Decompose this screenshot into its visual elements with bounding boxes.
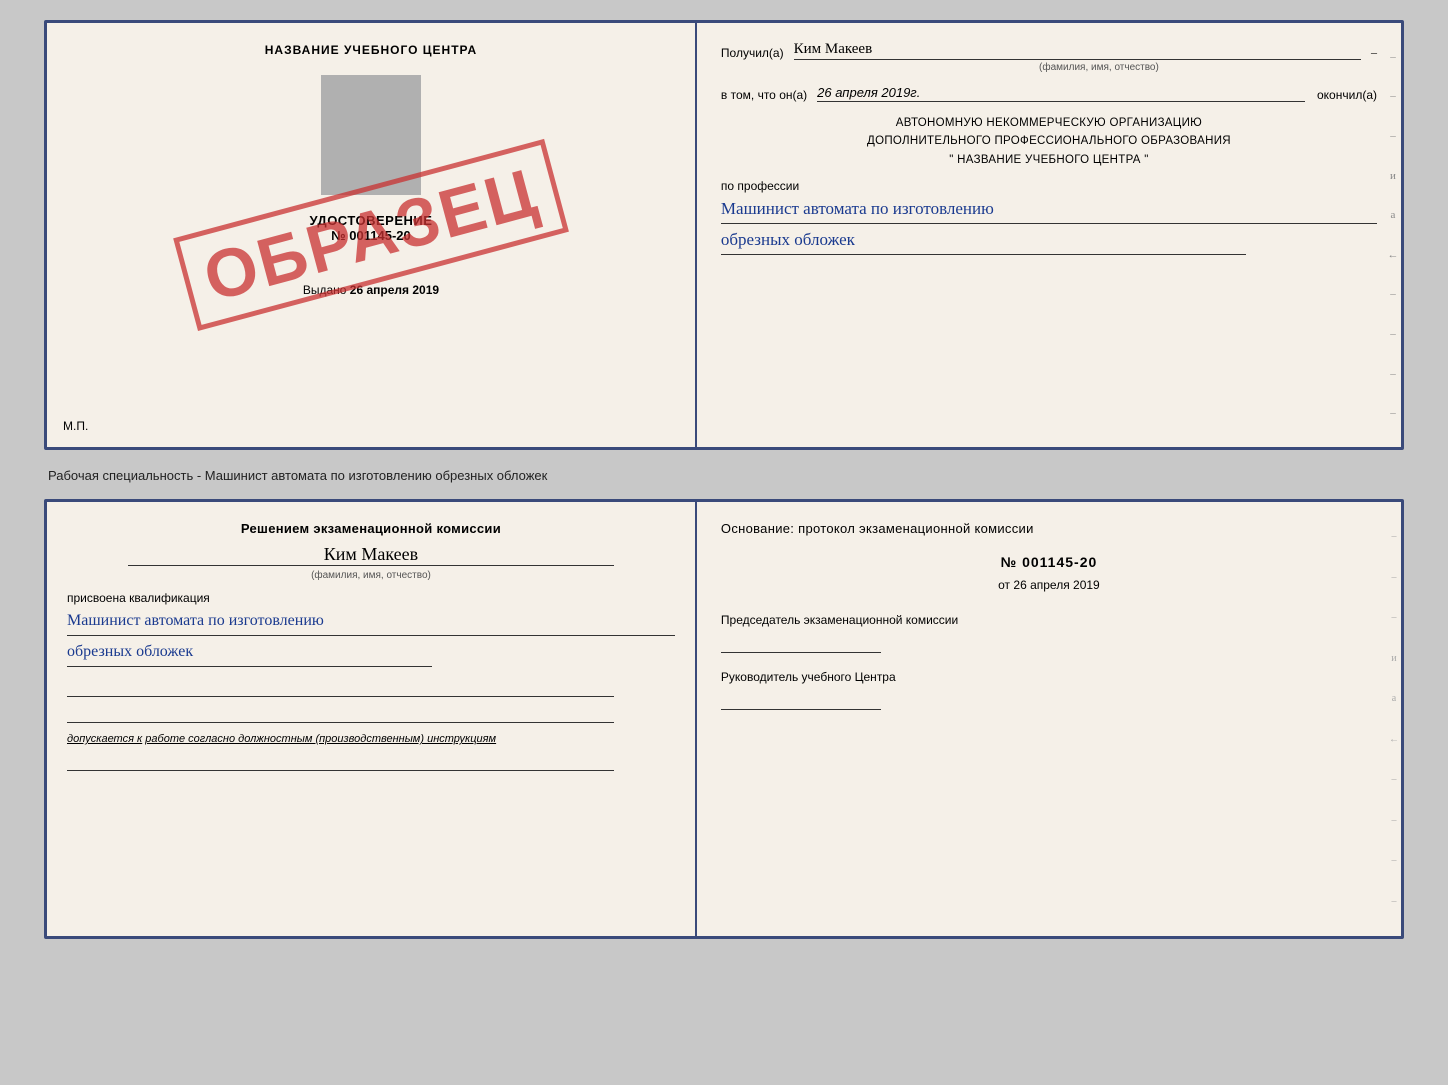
final-line: [67, 751, 614, 771]
dopuskaetsya-label: допускается к: [67, 733, 142, 745]
bottom-fio-subtext: (фамилия, имя, отчество): [67, 570, 675, 581]
vtom-label: в том, что он(а): [721, 88, 807, 102]
udostoverenie-label: УДОСТОВЕРЕНИЕ: [310, 213, 433, 228]
vtom-row: в том, что он(а) 26 апреля 2019г. окончи…: [721, 85, 1377, 102]
right-dashes-bottom: – – – и а ← – – – –: [1387, 502, 1401, 936]
protocol-date-prefix: от: [998, 578, 1010, 592]
protocol-date: от 26 апреля 2019: [721, 578, 1377, 592]
prisvoena-label: присвоена квалификация: [67, 591, 675, 605]
bottom-title: Решением экзаменационной комиссии: [67, 520, 675, 538]
fio-subtext-top: (фамилия, имя, отчество): [821, 62, 1377, 73]
org-line2: ДОПОЛНИТЕЛЬНОГО ПРОФЕССИОНАЛЬНОГО ОБРАЗО…: [721, 132, 1377, 150]
quotes-close: ": [1144, 154, 1148, 166]
rukovoditel-block: Руководитель учебного Центра: [721, 669, 1377, 710]
prof-line2: обрезных обложек: [721, 228, 1246, 255]
cert-vydano: Выдано 26 апреля 2019: [303, 283, 439, 297]
po-professii: по профессии: [721, 179, 1377, 193]
blank-line-1: [67, 677, 614, 697]
cert-photo: [321, 75, 421, 195]
cert-bottom-right: Основание: протокол экзаменационной коми…: [697, 502, 1401, 936]
org-text: АВТОНОМНУЮ НЕКОММЕРЧЕСКУЮ ОРГАНИЗАЦИЮ ДО…: [721, 114, 1377, 169]
certificate-bottom: Решением экзаменационной комиссии Ким Ма…: [44, 499, 1404, 939]
dash-separator: –: [1371, 45, 1377, 60]
cert-top-title: НАЗВАНИЕ УЧЕБНОГО ЦЕНТРА: [265, 43, 477, 57]
protocol-number: № 001145-20: [721, 554, 1377, 570]
blank-lines: [67, 677, 675, 723]
dopuskaetsya-value: работе согласно должностным (производств…: [145, 733, 496, 745]
mp-label: М.П.: [63, 419, 88, 433]
document-container: НАЗВАНИЕ УЧЕБНОГО ЦЕНТРА УДОСТОВЕРЕНИЕ №…: [44, 20, 1404, 939]
org-line1: АВТОНОМНУЮ НЕКОММЕРЧЕСКУЮ ОРГАНИЗАЦИЮ: [721, 114, 1377, 132]
cert-bottom-left: Решением экзаменационной комиссии Ким Ма…: [47, 502, 697, 936]
cert-top-left: НАЗВАНИЕ УЧЕБНОГО ЦЕНТРА УДОСТОВЕРЕНИЕ №…: [47, 23, 697, 447]
prof-line1: Машинист автомата по изготовлению: [721, 197, 1377, 224]
vydano-label: Выдано: [303, 283, 347, 297]
qual-line2: обрезных обложек: [67, 640, 432, 667]
poluchil-value: Ким Макеев: [794, 41, 1361, 60]
certificate-top: НАЗВАНИЕ УЧЕБНОГО ЦЕНТРА УДОСТОВЕРЕНИЕ №…: [44, 20, 1404, 450]
qual-line1: Машинист автомата по изготовлению: [67, 609, 675, 636]
protocol-date-value: 26 апреля 2019: [1013, 578, 1099, 592]
bottom-name: Ким Макеев: [128, 544, 614, 566]
poluchil-row: Получил(а) Ким Макеев –: [721, 41, 1377, 60]
osnov-title: Основание: протокол экзаменационной коми…: [721, 520, 1377, 538]
cert-number: № 001145-20: [331, 228, 411, 243]
predsedatel-title: Председатель экзаменационной комиссии: [721, 612, 1377, 629]
predsedatel-block: Председатель экзаменационной комиссии: [721, 612, 1377, 653]
org-name: НАЗВАНИЕ УЧЕБНОГО ЦЕНТРА: [957, 154, 1141, 166]
rukovoditel-sig-line: [721, 690, 881, 710]
right-dashes-top: – – – и а ← – – – –: [1385, 23, 1401, 447]
separator-text: Рабочая специальность - Машинист автомат…: [44, 462, 1404, 487]
vydano-date: 26 апреля 2019: [350, 283, 439, 297]
okonchil-label: окончил(а): [1317, 88, 1377, 102]
dopuskaetsya: допускается к работе согласно должностны…: [67, 733, 675, 745]
cert-top-right: Получил(а) Ким Макеев – (фамилия, имя, о…: [697, 23, 1401, 447]
vtom-value: 26 апреля 2019г.: [817, 85, 1305, 102]
org-name-line: " НАЗВАНИЕ УЧЕБНОГО ЦЕНТРА ": [721, 151, 1377, 169]
poluchil-label: Получил(а): [721, 46, 784, 60]
quotes-open: ": [949, 154, 953, 166]
blank-line-2: [67, 703, 614, 723]
rukovoditel-title: Руководитель учебного Центра: [721, 669, 1377, 686]
predsedatel-sig-line: [721, 633, 881, 653]
